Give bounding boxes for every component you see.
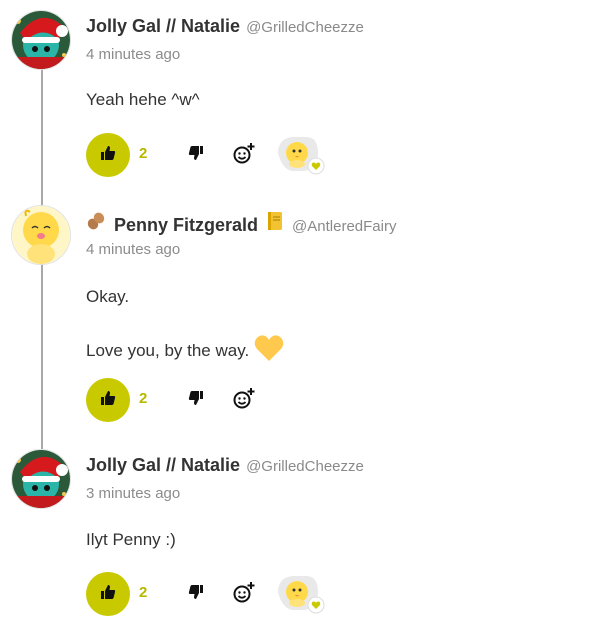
comment: Jolly Gal // Natalie @GrilledCheezze 3 m…	[0, 449, 593, 617]
comment-text: Okay.	[86, 287, 130, 306]
author-handle[interactable]: @GrilledCheezze	[246, 458, 364, 475]
reaction-chip[interactable]	[276, 572, 328, 616]
thumbs-up-icon	[100, 584, 116, 605]
comment: Jolly Gal // Natalie @GrilledCheezze 4 m…	[0, 10, 593, 180]
like-count: 2	[139, 584, 148, 601]
like-button[interactable]	[86, 572, 130, 616]
author-name[interactable]: Penny Fitzgerald	[114, 215, 258, 236]
comment: Penny Fitzgerald @AntleredFairy 4 minute…	[0, 205, 593, 425]
chick-sticker-icon	[276, 576, 328, 620]
timestamp[interactable]: 4 minutes ago	[86, 241, 180, 258]
comment-header: Jolly Gal // Natalie @GrilledCheezze	[86, 455, 364, 476]
dislike-button[interactable]	[184, 582, 208, 606]
comment-actions: 2	[86, 572, 346, 616]
thumbs-down-icon	[188, 584, 204, 605]
comment-header: Penny Fitzgerald @AntleredFairy	[86, 211, 396, 236]
comment-text-line: Love you, by the way.	[86, 333, 285, 368]
author-name[interactable]: Jolly Gal // Natalie	[86, 455, 240, 476]
comment-text: Ilyt Penny :)	[86, 530, 176, 549]
timestamp[interactable]: 3 minutes ago	[86, 485, 180, 502]
avatar[interactable]	[11, 205, 71, 265]
peanut-icon	[86, 211, 106, 236]
comment-header: Jolly Gal // Natalie @GrilledCheezze	[86, 16, 364, 37]
avatar[interactable]	[11, 449, 71, 509]
add-reaction-button[interactable]	[230, 141, 258, 169]
add-reaction-icon	[233, 387, 255, 414]
comment-text: Love you, by the way.	[86, 340, 250, 360]
author-handle[interactable]: @AntleredFairy	[292, 218, 396, 235]
thumbs-up-icon	[100, 390, 116, 411]
author-handle[interactable]: @GrilledCheezze	[246, 19, 364, 36]
heart-icon	[253, 333, 285, 368]
like-count: 2	[139, 390, 148, 407]
author-name[interactable]: Jolly Gal // Natalie	[86, 16, 240, 37]
dislike-button[interactable]	[184, 388, 208, 412]
avatar[interactable]	[11, 10, 71, 70]
add-reaction-button[interactable]	[230, 386, 258, 414]
thumbs-up-icon	[100, 145, 116, 166]
timestamp[interactable]: 4 minutes ago	[86, 46, 180, 63]
like-button[interactable]	[86, 378, 130, 422]
comment-actions: 2	[86, 133, 346, 177]
notebook-icon	[266, 211, 284, 236]
comment-actions: 2	[86, 378, 346, 422]
add-reaction-button[interactable]	[230, 580, 258, 608]
thumbs-down-icon	[188, 145, 204, 166]
like-count: 2	[139, 145, 148, 162]
add-reaction-icon	[233, 142, 255, 169]
reaction-chip[interactable]	[276, 133, 328, 177]
chick-sticker-icon	[276, 137, 328, 181]
comment-text: Yeah hehe ^w^	[86, 90, 200, 109]
add-reaction-icon	[233, 581, 255, 608]
like-button[interactable]	[86, 133, 130, 177]
dislike-button[interactable]	[184, 143, 208, 167]
thumbs-down-icon	[188, 390, 204, 411]
